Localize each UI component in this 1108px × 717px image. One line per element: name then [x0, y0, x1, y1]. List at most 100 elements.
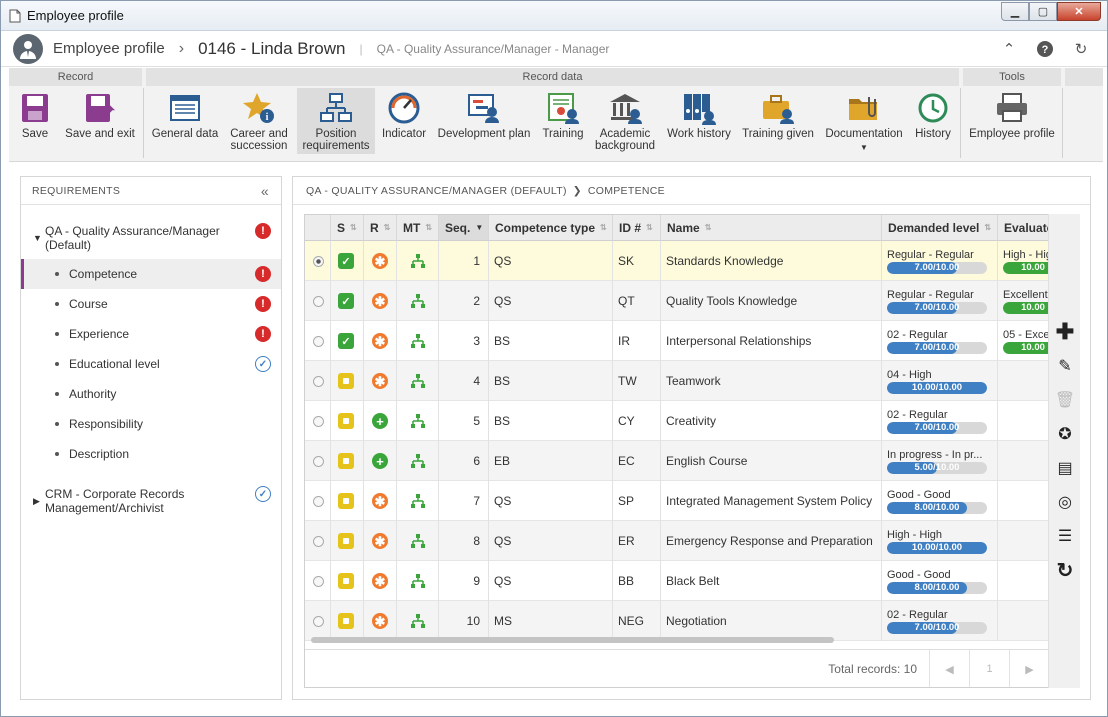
error-status-icon: !	[255, 296, 271, 312]
tree-item-label-line-1: CRM - Corporate Records	[45, 487, 185, 501]
documentation-button[interactable]: Documentation ▼	[823, 88, 905, 154]
seq-cell: 8	[439, 521, 489, 561]
table-row[interactable]: ✱ 8 QS ER Emergency Response and Preparation…	[305, 521, 1049, 561]
help-icon[interactable]: ?	[1035, 39, 1055, 59]
column-header-seq[interactable]: Seq. ▼	[439, 215, 489, 241]
reload-icon[interactable]: ↻	[1055, 560, 1075, 582]
development-plan-button[interactable]: Development plan	[435, 88, 533, 154]
tree-item[interactable]: Description	[21, 439, 281, 469]
training-given-button[interactable]: Training given	[739, 88, 817, 154]
collapse-left-icon[interactable]: «	[261, 183, 269, 199]
row-radio[interactable]	[313, 255, 324, 267]
list-icon[interactable]: ☰	[1055, 526, 1075, 546]
select-cell[interactable]	[305, 601, 331, 641]
column-header-evaluated-level[interactable]: Evaluate	[998, 215, 1049, 241]
table-row[interactable]: ✱ 10 MS NEG Negotiation 02 - Regular 7.00/10.0…	[305, 601, 1049, 641]
row-radio[interactable]	[313, 455, 324, 467]
target-icon[interactable]: ◎	[1055, 492, 1075, 512]
collapsed-caret-icon[interactable]: ▶	[33, 496, 45, 507]
save-and-exit-button[interactable]: Save and exit	[61, 88, 139, 154]
save-button[interactable]: Save	[15, 88, 55, 154]
select-cell[interactable]	[305, 441, 331, 481]
general-data-button[interactable]: General data	[149, 88, 221, 154]
table-row[interactable]: ✱ 7 QS SP Integrated Management System Polic…	[305, 481, 1049, 521]
column-header-r[interactable]: R ⇅	[364, 215, 397, 241]
tree-item[interactable]: Experience!	[21, 319, 281, 349]
row-radio[interactable]	[313, 535, 324, 547]
seq-cell: 5	[439, 401, 489, 441]
tree-item-label: Description	[69, 447, 130, 461]
row-radio[interactable]	[313, 295, 324, 307]
tree-item[interactable]: Course!	[21, 289, 281, 319]
academic-label-1: Academic	[599, 128, 651, 140]
career-succession-button[interactable]: i Career and succession	[225, 88, 293, 154]
edit-pencil-icon[interactable]: ✎	[1055, 356, 1075, 376]
table-row[interactable]: +5 BS CY Creativity 02 - Regular 7.00/10.00	[305, 401, 1049, 441]
table-row[interactable]: ✓ ✱ 1 QS SK Standards Knowledge Regular - Regu…	[305, 241, 1049, 281]
horizontal-scrollbar[interactable]	[311, 637, 834, 643]
tree-item[interactable]: ▼ QA - Quality Assurance/Manager (Default)…	[21, 221, 281, 255]
tree-item-label: QA - Quality Assurance/Manager (Default)	[45, 224, 220, 252]
table-row[interactable]: ✓ ✱ 3 BS IR Interpersonal Relationships 02 - R…	[305, 321, 1049, 361]
select-cell[interactable]	[305, 361, 331, 401]
position-requirements-button[interactable]: Position requirements	[297, 88, 375, 154]
select-cell[interactable]	[305, 321, 331, 361]
column-header-competence-type[interactable]: Competence type ⇅	[489, 215, 613, 241]
row-radio[interactable]	[313, 415, 324, 427]
add-icon[interactable]: ✚	[1055, 319, 1075, 344]
academic-background-button[interactable]: Academic background	[593, 88, 657, 154]
tree-item[interactable]: Competence!	[21, 259, 281, 289]
select-cell[interactable]	[305, 521, 331, 561]
level-label: High - High	[887, 528, 943, 541]
table-row[interactable]: ✱ 4 BS TW Teamwork 04 - High 10.00/10.00	[305, 361, 1049, 401]
employee-profile-print-button[interactable]: Employee profile	[965, 88, 1059, 154]
row-radio[interactable]	[313, 575, 324, 587]
tree-item[interactable]: ▶ CRM - Corporate Records Management/Archi…	[21, 484, 281, 518]
select-cell[interactable]	[305, 281, 331, 321]
row-radio[interactable]	[313, 615, 324, 627]
status-s-cell	[331, 481, 364, 521]
table-row[interactable]: ✱ 9 QS BB Black Belt Good - Good 8.00/10.00	[305, 561, 1049, 601]
breadcrumb-part-1[interactable]: QA - QUALITY ASSURANCE/MANAGER (DEFAULT)	[306, 185, 567, 197]
name-cell: Integrated Management System Policy	[661, 481, 882, 521]
level-progress-text: 10.00	[1021, 341, 1045, 353]
work-history-button[interactable]: Work history	[663, 88, 735, 154]
row-radio[interactable]	[313, 335, 324, 347]
indicator-button[interactable]: Indicator	[379, 88, 429, 154]
row-radio[interactable]	[313, 495, 324, 507]
tree-item[interactable]: Educational level ✓	[21, 349, 281, 379]
mt-cell	[397, 521, 439, 561]
prev-page-button[interactable]: ◀	[929, 650, 969, 687]
column-header-id[interactable]: ID # ⇅	[613, 215, 661, 241]
competence-type-cell: BS	[489, 321, 613, 361]
history-button[interactable]: History	[909, 88, 957, 154]
select-cell[interactable]	[305, 481, 331, 521]
status-check-icon: ✓	[338, 333, 354, 349]
column-header-mt[interactable]: MT ⇅	[397, 215, 439, 241]
status-pending-icon	[338, 373, 354, 389]
row-radio[interactable]	[313, 375, 324, 387]
next-page-button[interactable]: ▶	[1009, 650, 1049, 687]
table-row[interactable]: ✓ ✱ 2 QS QT Quality Tools Knowledge Regular - …	[305, 281, 1049, 321]
ribbon-toolbar: Record Record data Tools Save Save and e…	[9, 68, 1103, 162]
column-header-s[interactable]: S ⇅	[331, 215, 364, 241]
tree-item[interactable]: Authority	[21, 379, 281, 409]
certificate-view-icon[interactable]: ▤	[1055, 458, 1075, 478]
expanded-caret-icon[interactable]: ▼	[33, 233, 45, 243]
training-button[interactable]: Training	[539, 88, 587, 154]
close-button[interactable]: ✕	[1057, 2, 1101, 21]
select-cell[interactable]	[305, 241, 331, 281]
award-edit-icon[interactable]: ✪	[1055, 424, 1075, 444]
maximize-button[interactable]: ▢	[1029, 2, 1057, 21]
select-cell[interactable]	[305, 561, 331, 601]
column-header-name[interactable]: Name ⇅	[661, 215, 882, 241]
tree-item[interactable]: Responsibility	[21, 409, 281, 439]
collapse-up-icon[interactable]: ⌃	[999, 39, 1019, 59]
column-header-demanded-level[interactable]: Demanded level ⇅	[882, 215, 998, 241]
delete-trash-icon[interactable]: 🗑	[1055, 390, 1075, 410]
table-row[interactable]: +6 EB EC English Course In progress - In pr.…	[305, 441, 1049, 481]
select-cell[interactable]	[305, 401, 331, 441]
seq-value: 6	[473, 454, 480, 468]
minimize-button[interactable]: ▁	[1001, 2, 1029, 21]
refresh-icon[interactable]: ↻	[1071, 39, 1091, 59]
